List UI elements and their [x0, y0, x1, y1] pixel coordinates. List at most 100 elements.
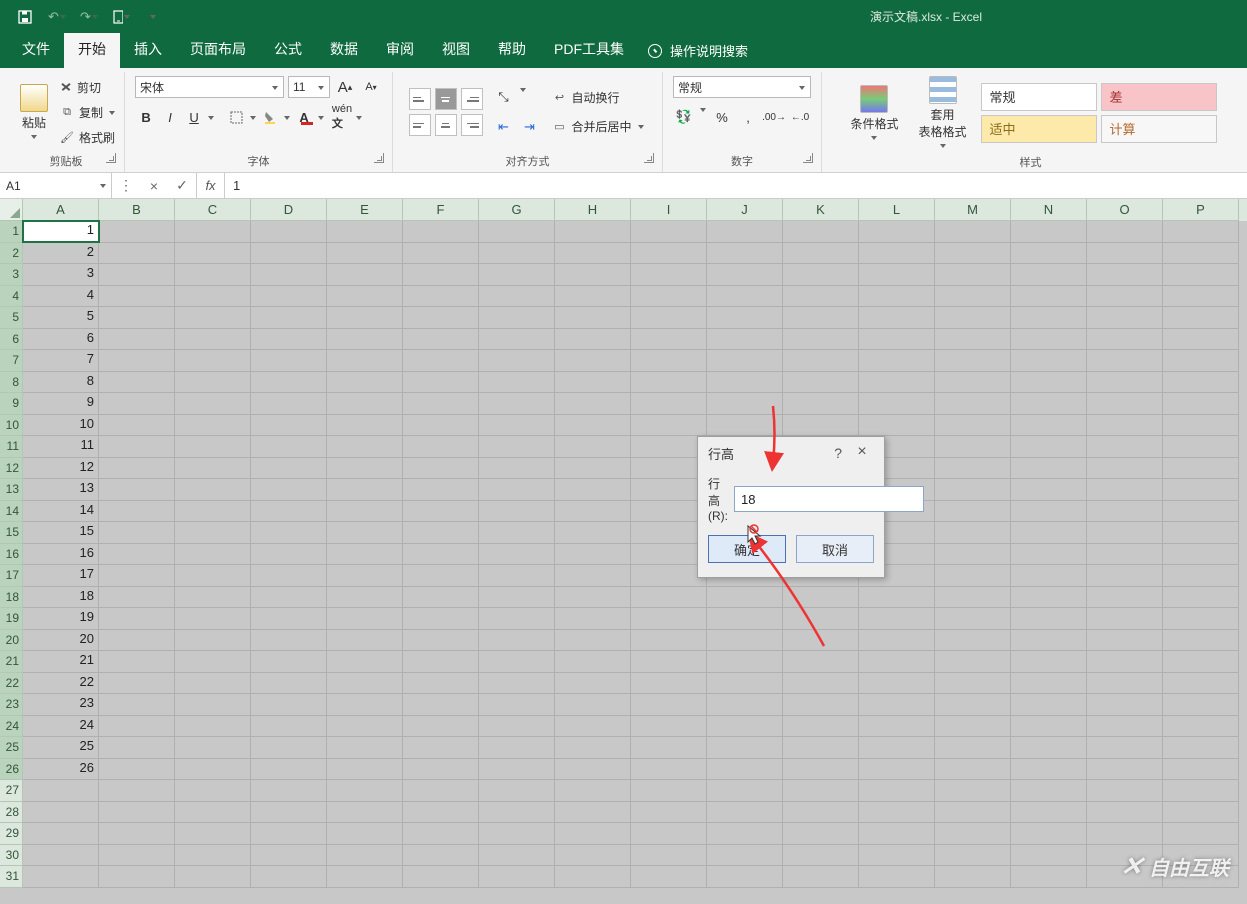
cell-H13[interactable]	[555, 479, 631, 501]
font-name-combo[interactable]: 宋体	[135, 76, 284, 98]
cell-N3[interactable]	[1011, 264, 1087, 286]
cell-G27[interactable]	[479, 780, 555, 802]
cell-N6[interactable]	[1011, 329, 1087, 351]
row-header-2[interactable]: 2	[0, 243, 23, 265]
cell-P18[interactable]	[1163, 587, 1239, 609]
cell-B23[interactable]	[99, 694, 175, 716]
cell-I20[interactable]	[631, 630, 707, 652]
cell-A27[interactable]	[23, 780, 99, 802]
cell-L25[interactable]	[859, 737, 935, 759]
cell-P23[interactable]	[1163, 694, 1239, 716]
cell-O29[interactable]	[1087, 823, 1163, 845]
cell-A21[interactable]: 21	[23, 651, 99, 673]
cell-D26[interactable]	[251, 759, 327, 781]
cell-P9[interactable]	[1163, 393, 1239, 415]
cell-G13[interactable]	[479, 479, 555, 501]
cell-A28[interactable]	[23, 802, 99, 824]
cell-D15[interactable]	[251, 522, 327, 544]
fill-color-button[interactable]	[259, 106, 281, 128]
tab-review[interactable]: 审阅	[372, 30, 428, 68]
cell-D22[interactable]	[251, 673, 327, 695]
cell-I6[interactable]	[631, 329, 707, 351]
cell-D30[interactable]	[251, 845, 327, 867]
clipboard-launcher[interactable]	[106, 153, 116, 163]
formula-options-icon[interactable]: ⋮	[112, 177, 140, 194]
row-header-12[interactable]: 12	[0, 458, 23, 480]
align-bottom-right[interactable]	[461, 114, 483, 136]
cell-G20[interactable]	[479, 630, 555, 652]
cell-D12[interactable]	[251, 458, 327, 480]
col-header-L[interactable]: L	[859, 199, 935, 221]
cell-L30[interactable]	[859, 845, 935, 867]
cell-F22[interactable]	[403, 673, 479, 695]
cell-N15[interactable]	[1011, 522, 1087, 544]
grow-font-button[interactable]: A▴	[334, 76, 356, 98]
cell-C30[interactable]	[175, 845, 251, 867]
cell-H5[interactable]	[555, 307, 631, 329]
row-header-14[interactable]: 14	[0, 501, 23, 523]
row-header-23[interactable]: 23	[0, 694, 23, 716]
cell-K19[interactable]	[783, 608, 859, 630]
col-header-I[interactable]: I	[631, 199, 707, 221]
cell-O18[interactable]	[1087, 587, 1163, 609]
cell-A1[interactable]: 1	[23, 221, 99, 243]
cell-O17[interactable]	[1087, 565, 1163, 587]
cell-P13[interactable]	[1163, 479, 1239, 501]
font-color-dropdown[interactable]	[318, 114, 325, 121]
cell-I18[interactable]	[631, 587, 707, 609]
cell-B5[interactable]	[99, 307, 175, 329]
cell-E5[interactable]	[327, 307, 403, 329]
cell-P16[interactable]	[1163, 544, 1239, 566]
tab-view[interactable]: 视图	[428, 30, 484, 68]
phonetic-button[interactable]: wén文	[331, 106, 353, 128]
tab-data[interactable]: 数据	[316, 30, 372, 68]
cell-E27[interactable]	[327, 780, 403, 802]
cell-A6[interactable]: 6	[23, 329, 99, 351]
cell-M14[interactable]	[935, 501, 1011, 523]
bold-button[interactable]: B	[135, 106, 157, 128]
cell-H21[interactable]	[555, 651, 631, 673]
cell-H30[interactable]	[555, 845, 631, 867]
cell-C25[interactable]	[175, 737, 251, 759]
col-header-P[interactable]: P	[1163, 199, 1239, 221]
cell-N24[interactable]	[1011, 716, 1087, 738]
cell-E29[interactable]	[327, 823, 403, 845]
cell-H31[interactable]	[555, 866, 631, 888]
col-header-J[interactable]: J	[707, 199, 783, 221]
cell-H7[interactable]	[555, 350, 631, 372]
align-launcher[interactable]	[644, 153, 654, 163]
cell-C13[interactable]	[175, 479, 251, 501]
cell-C27[interactable]	[175, 780, 251, 802]
cell-F16[interactable]	[403, 544, 479, 566]
cell-O16[interactable]	[1087, 544, 1163, 566]
formula-input[interactable]: 1	[225, 173, 1247, 198]
cell-E31[interactable]	[327, 866, 403, 888]
cell-F21[interactable]	[403, 651, 479, 673]
cell-E3[interactable]	[327, 264, 403, 286]
cell-H1[interactable]	[555, 221, 631, 243]
cell-P12[interactable]	[1163, 458, 1239, 480]
cell-I19[interactable]	[631, 608, 707, 630]
cell-M29[interactable]	[935, 823, 1011, 845]
cell-E19[interactable]	[327, 608, 403, 630]
cell-H16[interactable]	[555, 544, 631, 566]
row-header-26[interactable]: 26	[0, 759, 23, 781]
cell-J19[interactable]	[707, 608, 783, 630]
cell-C28[interactable]	[175, 802, 251, 824]
cell-P6[interactable]	[1163, 329, 1239, 351]
cell-I13[interactable]	[631, 479, 707, 501]
cell-H2[interactable]	[555, 243, 631, 265]
cell-N27[interactable]	[1011, 780, 1087, 802]
cell-F7[interactable]	[403, 350, 479, 372]
cell-F18[interactable]	[403, 587, 479, 609]
cell-G23[interactable]	[479, 694, 555, 716]
cell-L19[interactable]	[859, 608, 935, 630]
row-header-30[interactable]: 30	[0, 845, 23, 867]
cell-A25[interactable]: 25	[23, 737, 99, 759]
style-calc[interactable]: 计算	[1101, 115, 1217, 143]
cell-C17[interactable]	[175, 565, 251, 587]
cell-N21[interactable]	[1011, 651, 1087, 673]
cell-H20[interactable]	[555, 630, 631, 652]
row-header-20[interactable]: 20	[0, 630, 23, 652]
row-header-31[interactable]: 31	[0, 866, 23, 888]
